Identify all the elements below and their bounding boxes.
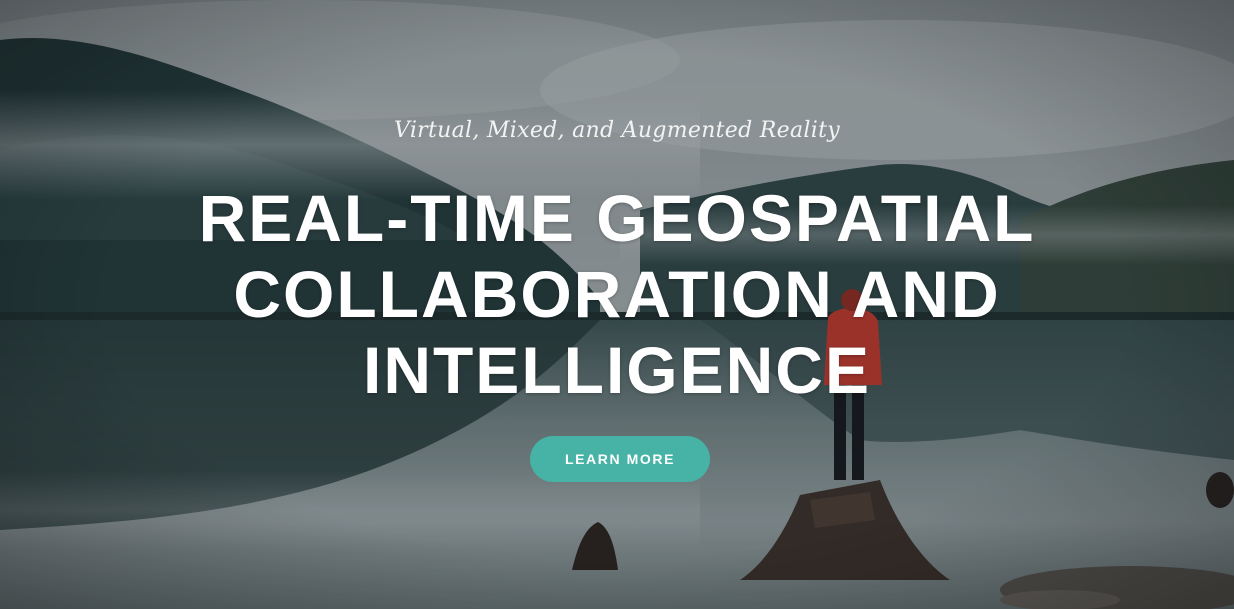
hero-banner: Virtual, Mixed, and Augmented Reality RE… — [0, 0, 1234, 609]
headline-line-2: COLLABORATION AND — [233, 257, 1001, 331]
learn-more-button[interactable]: LEARN MORE — [530, 436, 710, 482]
headline-line-3: INTELLIGENCE — [362, 333, 871, 407]
hero-headline: REAL-TIME GEOSPATIAL COLLABORATION AND I… — [0, 180, 1234, 408]
hero-eyebrow: Virtual, Mixed, and Augmented Reality — [394, 118, 840, 143]
headline-line-1: REAL-TIME GEOSPATIAL — [198, 181, 1036, 255]
